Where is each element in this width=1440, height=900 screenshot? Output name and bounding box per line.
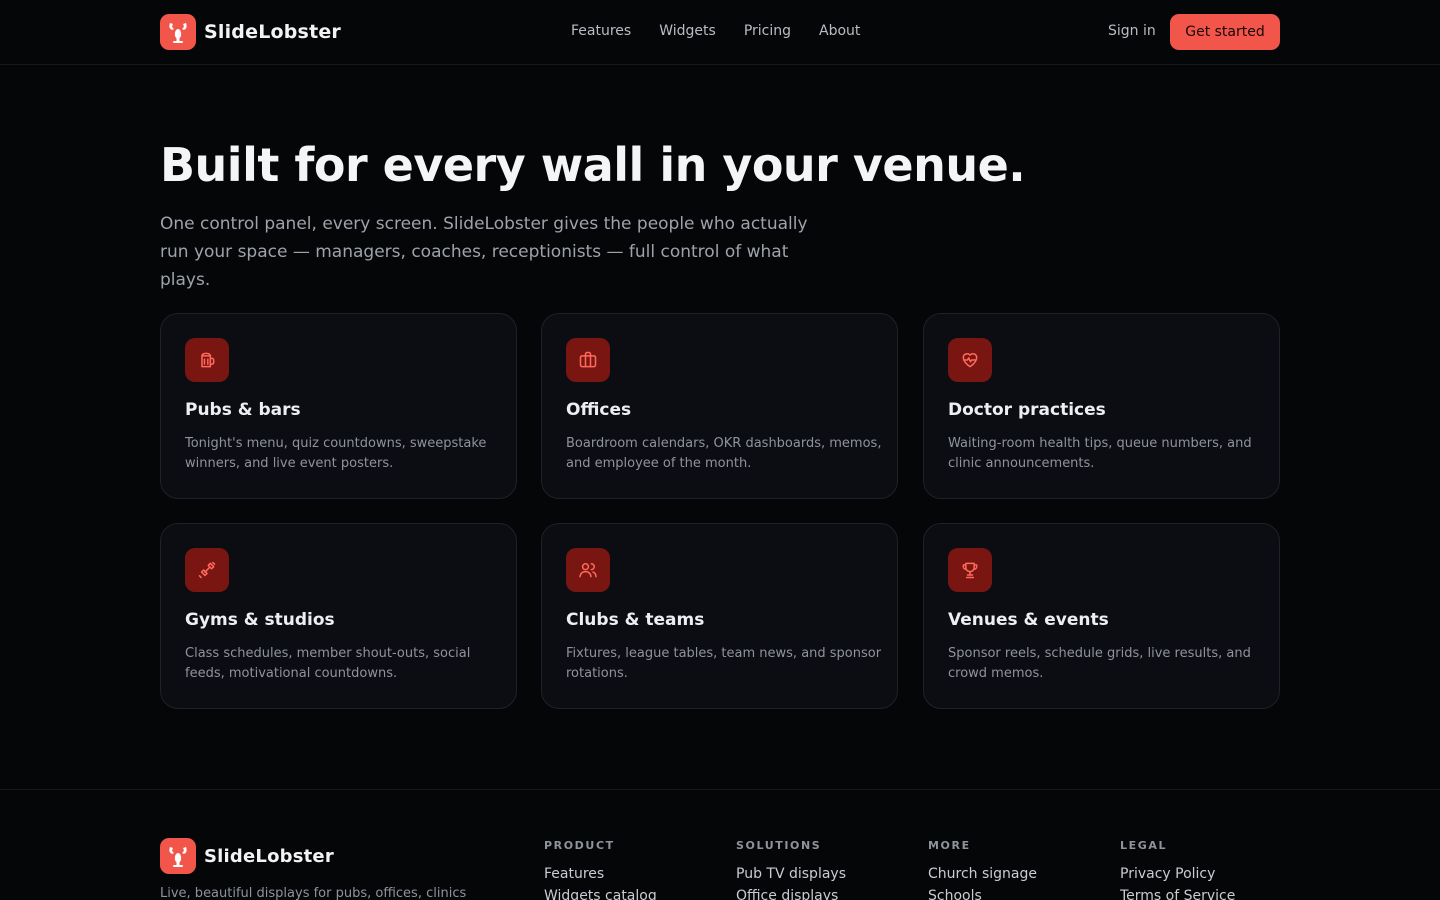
dumbbell-icon xyxy=(185,548,229,592)
card-title: Doctor practices xyxy=(948,400,1106,420)
card-description: Tonight's menu, quiz countdowns, sweepst… xyxy=(185,436,487,471)
lobster-logo-icon xyxy=(160,838,196,874)
footer-divider xyxy=(0,789,1440,790)
nav-about[interactable]: About xyxy=(819,23,860,39)
footer-column-more: MORE Church signage Schools xyxy=(928,839,1037,900)
nav-pricing[interactable]: Pricing xyxy=(744,23,791,39)
footer-link[interactable]: Terms of Service xyxy=(1120,888,1235,900)
card-clubs-teams[interactable]: Clubs & teams Fixtures, league tables, t… xyxy=(541,523,898,709)
footer-tagline: Live, beautiful displays for pubs, offic… xyxy=(160,886,467,900)
nav-widgets[interactable]: Widgets xyxy=(659,23,716,39)
get-started-button[interactable]: Get started xyxy=(1170,14,1280,50)
card-description: Class schedules, member shout-outs, soci… xyxy=(185,646,471,681)
briefcase-icon xyxy=(566,338,610,382)
card-venues-events[interactable]: Venues & events Sponsor reels, schedule … xyxy=(923,523,1280,709)
card-title: Offices xyxy=(566,400,632,420)
nav-features[interactable]: Features xyxy=(571,23,631,39)
card-title: Venues & events xyxy=(948,610,1109,630)
card-title: Gyms & studios xyxy=(185,610,335,630)
trophy-icon xyxy=(948,548,992,592)
sign-in-link[interactable]: Sign in xyxy=(1108,23,1156,39)
card-description: Boardroom calendars, OKR dashboards, mem… xyxy=(566,436,882,471)
footer-column-product: PRODUCT Features Widgets catalog xyxy=(544,839,657,900)
card-description: Sponsor reels, schedule grids, live resu… xyxy=(948,646,1251,681)
main-nav: Features Widgets Pricing About xyxy=(571,23,888,39)
beer-mug-icon xyxy=(185,338,229,382)
footer-column-solutions: SOLUTIONS Pub TV displays Office display… xyxy=(736,839,846,900)
card-description: Waiting-room health tips, queue numbers,… xyxy=(948,436,1252,471)
card-offices[interactable]: Offices Boardroom calendars, OKR dashboa… xyxy=(541,313,898,499)
hero-subtitle: One control panel, every screen. SlideLo… xyxy=(160,214,808,290)
footer-column-heading: PRODUCT xyxy=(544,839,615,852)
card-title: Clubs & teams xyxy=(566,610,705,630)
footer-link[interactable]: Church signage xyxy=(928,866,1037,882)
card-doctor-practices[interactable]: Doctor practices Waiting-room health tip… xyxy=(923,313,1280,499)
users-icon xyxy=(566,548,610,592)
footer-column-heading: SOLUTIONS xyxy=(736,839,822,852)
footer-link[interactable]: Privacy Policy xyxy=(1120,866,1235,882)
footer-column-legal: LEGAL Privacy Policy Terms of Service xyxy=(1120,839,1235,900)
footer-brand-logo[interactable]: SlideLobster xyxy=(160,838,334,874)
lobster-logo-icon xyxy=(160,14,196,50)
footer-column-heading: LEGAL xyxy=(1120,839,1168,852)
card-gyms-studios[interactable]: Gyms & studios Class schedules, member s… xyxy=(160,523,517,709)
footer-brand-name: SlideLobster xyxy=(204,845,334,867)
brand-name: SlideLobster xyxy=(204,21,342,43)
footer-link[interactable]: Schools xyxy=(928,888,1037,900)
site-header: SlideLobster Features Widgets Pricing Ab… xyxy=(0,0,1440,65)
hero-title: Built for every wall in your venue. xyxy=(160,138,1026,192)
footer-column-heading: MORE xyxy=(928,839,971,852)
brand-logo[interactable]: SlideLobster xyxy=(160,14,341,50)
footer-link[interactable]: Widgets catalog xyxy=(544,888,657,900)
footer-link[interactable]: Pub TV displays xyxy=(736,866,846,882)
card-title: Pubs & bars xyxy=(185,400,301,420)
card-pubs-bars[interactable]: Pubs & bars Tonight's menu, quiz countdo… xyxy=(160,313,517,499)
footer-link[interactable]: Office displays xyxy=(736,888,846,900)
footer-link[interactable]: Features xyxy=(544,866,657,882)
card-description: Fixtures, league tables, team news, and … xyxy=(566,646,882,681)
heart-pulse-icon xyxy=(948,338,992,382)
